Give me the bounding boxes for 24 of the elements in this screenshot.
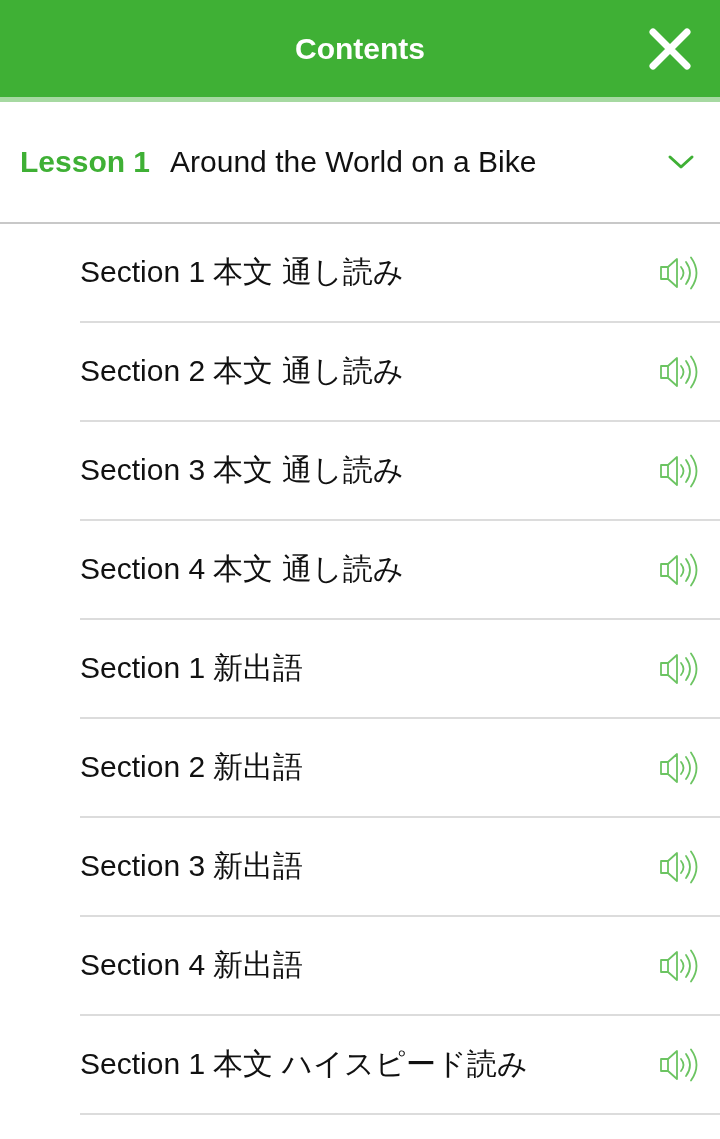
section-label: Section 1 本文 ハイスピード読み <box>80 1046 528 1082</box>
section-item[interactable]: Section 4 新出語 <box>80 917 720 1016</box>
section-item[interactable]: Section 1 新出語 <box>80 620 720 719</box>
section-item[interactable]: Section 1 本文 ハイスピード読み <box>80 1016 720 1115</box>
section-label: Section 4 本文 通し読み <box>80 551 404 587</box>
section-label: Section 3 本文 通し読み <box>80 452 404 488</box>
lesson-title: Around the World on a Bike <box>170 145 537 179</box>
section-label: Section 1 新出語 <box>80 650 304 686</box>
section-label: Section 2 新出語 <box>80 749 304 785</box>
lesson-header[interactable]: Lesson 1 Around the World on a Bike <box>0 102 720 224</box>
close-icon[interactable] <box>648 27 692 71</box>
section-item[interactable]: Section 1 本文 通し読み <box>80 224 720 323</box>
section-label: Section 3 新出語 <box>80 848 304 884</box>
header-title: Contents <box>295 31 425 66</box>
section-item[interactable]: Section 3 新出語 <box>80 818 720 917</box>
lesson-number: Lesson 1 <box>20 145 151 179</box>
chevron-down-icon[interactable] <box>667 154 695 170</box>
section-item[interactable]: Section 2 本文 通し読み <box>80 323 720 422</box>
section-label: Section 2 本文 通し読み <box>80 353 404 389</box>
section-item[interactable]: Section 2 新出語 <box>80 719 720 818</box>
section-item[interactable]: Section 4 本文 通し読み <box>80 521 720 620</box>
section-label: Section 4 新出語 <box>80 947 304 983</box>
section-label: Section 1 本文 通し読み <box>80 254 404 290</box>
section-item[interactable]: Section 3 本文 通し読み <box>80 422 720 521</box>
